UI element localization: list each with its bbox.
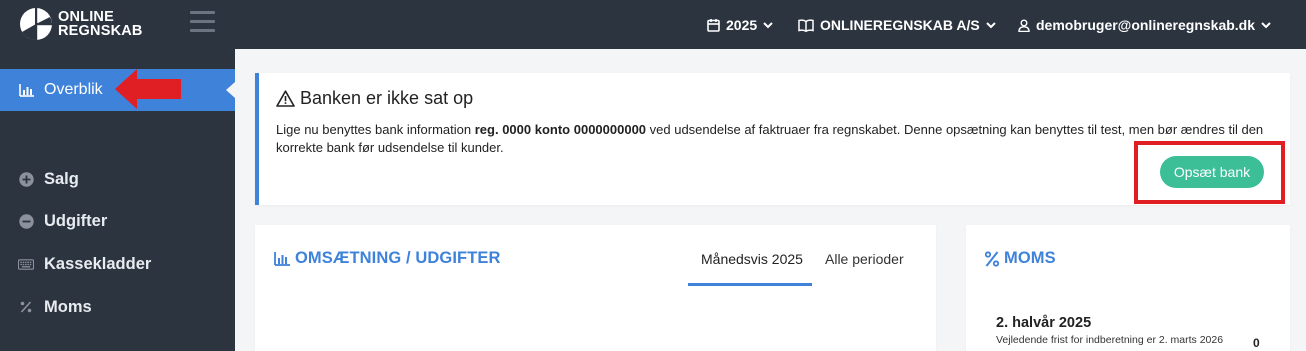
user-email: demobruger@onlineregnskab.dk <box>1036 17 1256 33</box>
percent-icon <box>18 299 34 315</box>
user-icon <box>1018 19 1030 32</box>
keyboard-icon <box>18 256 34 272</box>
sidebar-item-udgifter[interactable]: Udgifter <box>0 201 235 241</box>
setup-bank-button[interactable]: Opsæt bank <box>1160 156 1264 188</box>
warning-icon <box>276 90 295 107</box>
sidebar-item-label: Kassekladder <box>44 254 152 273</box>
bank-alert: Banken er ikke sat op Lige nu benyttes b… <box>255 73 1290 205</box>
chevron-down-icon <box>763 21 773 28</box>
app-logo[interactable]: ONLINE REGNSKAB <box>19 7 143 41</box>
year-label: 2025 <box>726 17 758 33</box>
card-title-text: MOMS <box>1004 249 1056 267</box>
alert-title-text: Banken er ikke sat op <box>300 88 474 108</box>
tab-monthly[interactable]: Månedsvis 2025 <box>701 251 803 267</box>
tab-all-periods[interactable]: Alle perioder <box>825 251 904 267</box>
company-selector[interactable]: ONLINEREGNSKAB A/S <box>798 16 996 34</box>
logo-icon <box>20 8 52 41</box>
bar-chart-icon <box>274 251 290 266</box>
sidebar-item-label: Overblik <box>44 81 103 98</box>
card-title: OMSÆTNING / UDGIFTER <box>274 249 501 268</box>
logo-line-2: REGNSKAB <box>58 23 143 39</box>
moms-card: MOMS 2. halvår 2025 Vejledende frist for… <box>966 225 1290 351</box>
bar-chart-icon <box>18 82 34 98</box>
turnover-expenses-card: OMSÆTNING / UDGIFTER Månedsvis 2025 Alle… <box>255 225 936 351</box>
alert-text-part: Lige nu benyttes bank information <box>276 122 475 137</box>
alert-message: Lige nu benyttes bank information reg. 0… <box>276 121 1266 157</box>
logo-line-1: ONLINE <box>58 9 114 25</box>
sidebar-item-salg[interactable]: Salg <box>0 159 235 199</box>
sidebar-item-label: Salg <box>44 169 79 188</box>
active-pointer <box>226 82 235 98</box>
card-title: MOMS <box>985 249 1056 268</box>
sidebar-item-kassekladder[interactable]: Kassekladder <box>0 244 235 284</box>
alert-bank-info: reg. 0000 konto 0000000000 <box>474 122 647 137</box>
book-icon <box>798 18 814 32</box>
moms-value: 0 <box>1253 336 1260 350</box>
user-menu[interactable]: demobruger@onlineregnskab.dk <box>1018 16 1271 34</box>
logo-text: ONLINE REGNSKAB <box>58 9 143 39</box>
menu-toggle-button[interactable] <box>190 11 215 33</box>
annotation-arrow-icon <box>115 69 181 109</box>
card-title-text: OMSÆTNING / UDGIFTER <box>295 249 501 267</box>
alert-title: Banken er ikke sat op <box>276 88 473 109</box>
active-tab-indicator <box>688 283 812 286</box>
moms-deadline: Vejledende frist for indberetning er 2. … <box>996 334 1224 346</box>
year-selector[interactable]: 2025 <box>707 16 773 34</box>
chevron-down-icon <box>986 21 996 28</box>
percent-icon <box>985 250 999 267</box>
company-label: ONLINEREGNSKAB A/S <box>820 17 980 33</box>
sidebar-item-label: Udgifter <box>44 211 108 230</box>
sidebar-item-label: Moms <box>44 297 92 316</box>
plus-circle-icon <box>18 171 34 187</box>
top-bar: ONLINE REGNSKAB 2025 ONLINEREGNSKAB A/S <box>0 0 1306 49</box>
calendar-icon <box>707 19 720 32</box>
hamburger-icon <box>190 11 215 14</box>
moms-period[interactable]: 2. halvår 2025 <box>996 315 1091 331</box>
sidebar-item-moms[interactable]: Moms <box>0 287 235 327</box>
chevron-down-icon <box>1261 21 1271 28</box>
minus-circle-icon <box>18 213 34 229</box>
